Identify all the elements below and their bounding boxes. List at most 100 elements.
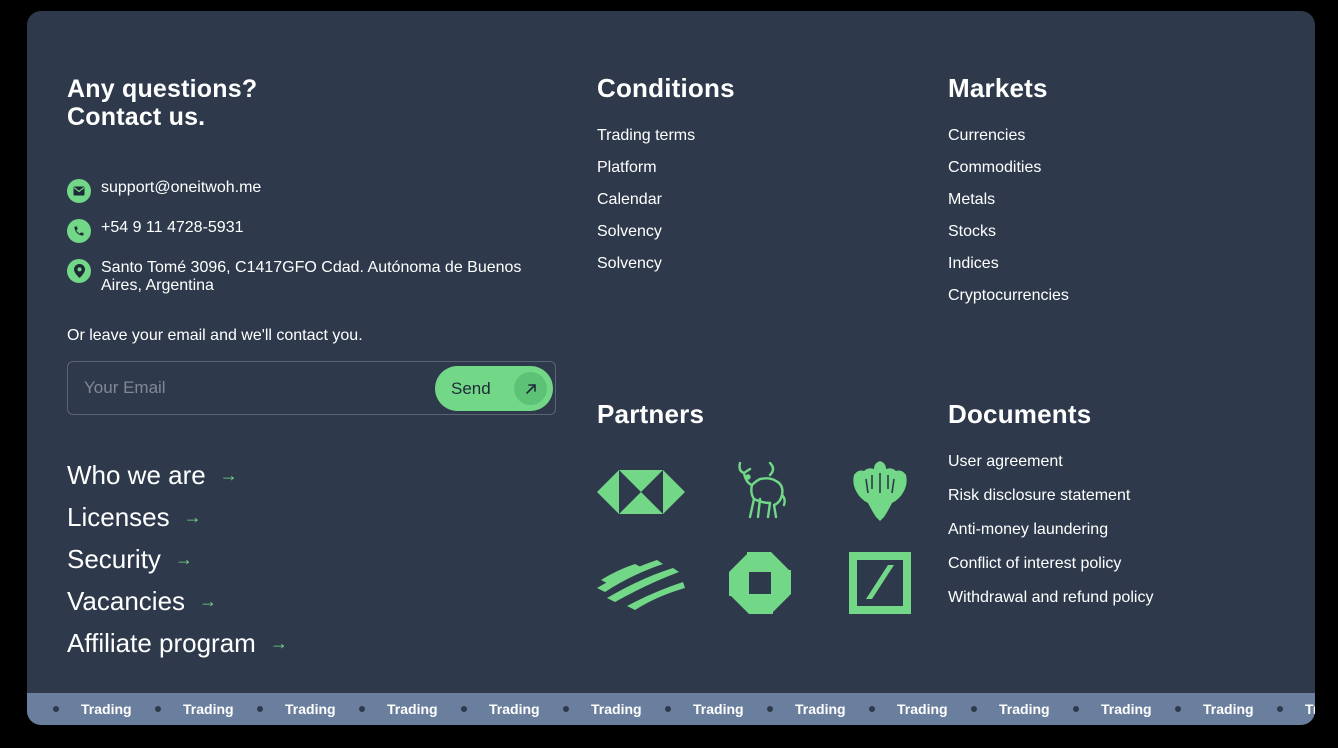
footer-card: Any questions? Contact us. support@oneit… <box>27 11 1315 725</box>
footer-nav-links: Who we are → Licenses → Security → Vacan… <box>67 454 288 664</box>
nav-link-label: Affiliate program <box>67 627 256 658</box>
documents-link-user-agreement[interactable]: User agreement <box>948 453 1063 470</box>
bullet-icon <box>665 706 671 712</box>
ticker-item: Trading <box>155 693 234 725</box>
send-button[interactable]: Send <box>435 366 553 411</box>
ticker-item: Trading <box>257 693 336 725</box>
arrow-right-icon: → <box>183 506 202 527</box>
partners-heading: Partners <box>597 399 705 429</box>
contact-phone-row[interactable]: +54 9 11 4728-5931 <box>67 219 561 243</box>
bank-of-america-icon <box>596 552 686 616</box>
ticker-item-label: Trading <box>591 701 642 717</box>
conditions-heading: Conditions <box>597 73 735 103</box>
markets-link-currencies[interactable]: Currencies <box>948 127 1025 144</box>
nav-link-security[interactable]: Security → <box>67 538 288 580</box>
bullet-icon <box>563 706 569 712</box>
documents-link-withdrawal-refund[interactable]: Withdrawal and refund policy <box>948 589 1153 606</box>
markets-link-indices[interactable]: Indices <box>948 255 999 272</box>
send-button-label: Send <box>451 379 491 398</box>
contact-email[interactable]: support@oneitwoh.me <box>101 179 561 197</box>
chase-icon <box>715 551 805 615</box>
ticker-item-label: Trading <box>1305 701 1315 717</box>
contact-heading-line2: Contact us. <box>67 103 206 131</box>
ticker-item-label: Trading <box>795 701 846 717</box>
contact-address-row: Santo Tomé 3096, C1417GFO Cdad. Autónoma… <box>67 259 561 295</box>
ticker-item: Trading <box>767 693 846 725</box>
deutsche-bank-icon <box>835 551 925 615</box>
ticker-item: Trading <box>1277 693 1315 725</box>
ticker-item: Trading <box>1073 693 1152 725</box>
conditions-link-platform[interactable]: Platform <box>597 159 657 176</box>
conditions-link-solvency-2[interactable]: Solvency <box>597 255 662 272</box>
markets-link-commodities[interactable]: Commodities <box>948 159 1041 176</box>
ticker-item: Trading <box>563 693 642 725</box>
arrow-right-icon: → <box>219 464 238 485</box>
conditions-link-calendar[interactable]: Calendar <box>597 191 662 208</box>
nav-link-label: Who we are <box>67 459 206 490</box>
mail-icon <box>67 179 91 203</box>
nav-link-vacancies[interactable]: Vacancies → <box>67 580 288 622</box>
conditions-link-solvency[interactable]: Solvency <box>597 223 662 240</box>
ticker-item-label: Trading <box>183 701 234 717</box>
ticker-item-label: Trading <box>285 701 336 717</box>
bullet-icon <box>1277 706 1283 712</box>
location-pin-icon <box>67 259 91 283</box>
arrow-right-icon: → <box>269 632 288 653</box>
arrow-up-right-icon <box>514 372 547 405</box>
conditions-link-trading-terms[interactable]: Trading terms <box>597 127 695 144</box>
ticker-item: Trading <box>869 693 948 725</box>
conditions-list: Trading terms Platform Calendar Solvency… <box>597 127 695 287</box>
bullet-icon <box>971 706 977 712</box>
ticker-strip: Trading Trading Trading Trading Trading … <box>27 693 1315 725</box>
contact-email-row[interactable]: support@oneitwoh.me <box>67 179 561 203</box>
nav-link-licenses[interactable]: Licenses → <box>67 496 288 538</box>
ticker-item: Trading <box>1175 693 1254 725</box>
nav-link-label: Vacancies <box>67 585 186 616</box>
bullet-icon <box>53 706 59 712</box>
contact-phone[interactable]: +54 9 11 4728-5931 <box>101 219 561 237</box>
ticker-item-label: Trading <box>1101 701 1152 717</box>
ticker-item-label: Trading <box>489 701 540 717</box>
documents-link-anti-money-laundering[interactable]: Anti-money laundering <box>948 521 1108 538</box>
ticker-item-label: Trading <box>999 701 1050 717</box>
arrow-right-icon: → <box>199 590 218 611</box>
ticker-item: Trading <box>461 693 540 725</box>
ticker-item-label: Trading <box>387 701 438 717</box>
documents-heading: Documents <box>948 399 1092 429</box>
markets-heading: Markets <box>948 73 1048 103</box>
bullet-icon <box>1073 706 1079 712</box>
contact-heading-line1: Any questions? <box>67 75 258 103</box>
ticker-item: Trading <box>359 693 438 725</box>
merrill-bull-icon <box>715 458 805 522</box>
ticker-item-label: Trading <box>897 701 948 717</box>
nav-link-label: Licenses <box>67 501 170 532</box>
bullet-icon <box>767 706 773 712</box>
markets-link-metals[interactable]: Metals <box>948 191 995 208</box>
markets-link-stocks[interactable]: Stocks <box>948 223 996 240</box>
bullet-icon <box>257 706 263 712</box>
documents-link-risk-disclosure[interactable]: Risk disclosure statement <box>948 487 1130 504</box>
bullet-icon <box>869 706 875 712</box>
markets-list: Currencies Commodities Metals Stocks Ind… <box>948 127 1069 319</box>
nav-link-label: Security <box>67 543 161 574</box>
nav-link-affiliate-program[interactable]: Affiliate program → <box>67 622 288 664</box>
documents-link-conflict-of-interest[interactable]: Conflict of interest policy <box>948 555 1121 572</box>
bullet-icon <box>155 706 161 712</box>
contact-heading: Any questions? Contact us. <box>67 75 257 131</box>
documents-list: User agreement Risk disclosure statement… <box>948 453 1153 623</box>
leave-email-text: Or leave your email and we'll contact yo… <box>67 327 363 344</box>
ticker-item: Trading <box>53 693 132 725</box>
ticker-item-label: Trading <box>81 701 132 717</box>
ticker-item: Trading <box>665 693 744 725</box>
markets-link-cryptocurrencies[interactable]: Cryptocurrencies <box>948 287 1069 304</box>
bullet-icon <box>359 706 365 712</box>
ticker-item: Trading <box>971 693 1050 725</box>
contact-address: Santo Tomé 3096, C1417GFO Cdad. Autónoma… <box>101 259 522 294</box>
email-input[interactable] <box>68 362 428 414</box>
ticker-item-label: Trading <box>1203 701 1254 717</box>
bullet-icon <box>461 706 467 712</box>
arrow-right-icon: → <box>174 548 193 569</box>
ticker-item-label: Trading <box>693 701 744 717</box>
nav-link-who-we-are[interactable]: Who we are → <box>67 454 288 496</box>
email-form: Send <box>67 361 556 415</box>
